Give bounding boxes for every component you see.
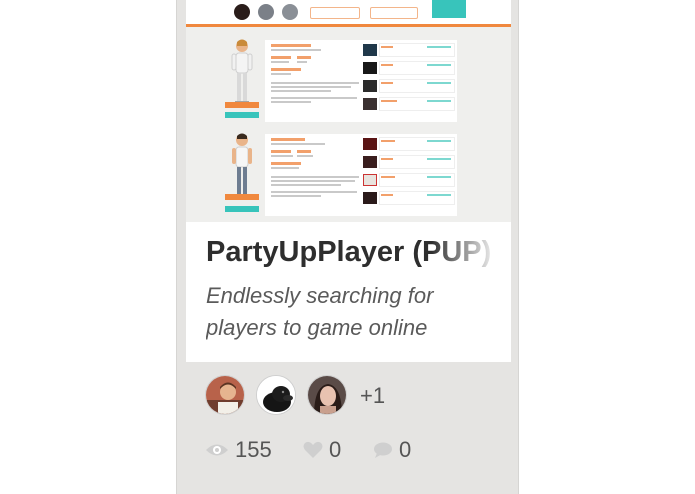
likes-count: 0: [329, 437, 342, 462]
thumbnail-icon: [234, 4, 250, 20]
thumbnail-app-header: [186, 0, 511, 27]
thumbnail-button: [432, 0, 466, 18]
project-thumbnail[interactable]: [186, 0, 511, 222]
member-avatar[interactable]: [307, 375, 347, 415]
more-members-count[interactable]: +1: [360, 383, 385, 409]
thumbnail-player-card: [225, 39, 457, 122]
comments-count: 0: [399, 437, 412, 462]
card-stats: 155 0 0: [205, 436, 505, 466]
card-text-area[interactable]: PartyUpPlayer (PUP) Endlessly searching …: [186, 222, 511, 362]
player-avatar-figure: [232, 133, 252, 199]
thumbnail-icon: [258, 4, 274, 20]
thumbnail-icon: [282, 4, 298, 20]
views-count: 155: [235, 437, 272, 462]
player-avatar-figure: [231, 39, 253, 105]
thumbnail-input: [310, 7, 360, 19]
text-fade-overlay: [431, 222, 511, 362]
eye-icon: [206, 444, 228, 456]
likes-stat[interactable]: 0: [303, 436, 341, 464]
thumbnail-connect-button: [225, 102, 259, 108]
comment-icon[interactable]: [373, 441, 393, 459]
thumbnail-player-card: [225, 133, 457, 216]
views-stat: 155: [205, 436, 272, 464]
software-card[interactable]: PartyUpPlayer (PUP) Endlessly searching …: [176, 0, 519, 494]
comments-stat[interactable]: 0: [373, 436, 411, 464]
heart-icon[interactable]: [303, 441, 323, 459]
thumbnail-rate-button: [225, 206, 259, 212]
thumbnail-connect-button: [225, 194, 259, 200]
thumbnail-select: [370, 7, 418, 19]
member-avatar[interactable]: [256, 375, 296, 415]
member-avatar[interactable]: [205, 375, 245, 415]
thumbnail-rate-button: [225, 112, 259, 118]
